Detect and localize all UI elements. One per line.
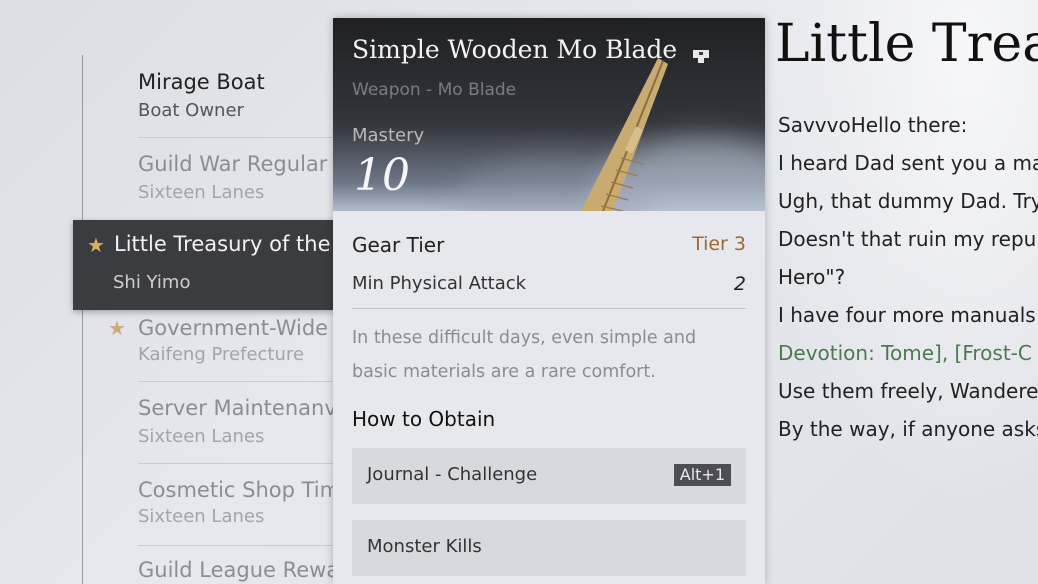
mail-item-title: Little Treasury of the: [114, 232, 331, 256]
mail-line-highlight[interactable]: Devotion: Tome], [Frost-C: [778, 334, 1038, 372]
bind-lock-icon: [693, 50, 709, 63]
mail-item-sender: Kaifeng Prefecture: [138, 344, 304, 365]
mail-line: By the way, if anyone asks: [778, 417, 1038, 441]
hotkey-badge: Alt+1: [673, 464, 731, 486]
min-attack-value: 2: [733, 273, 746, 295]
card-divider: [352, 308, 746, 309]
mail-list-item-selected[interactable]: ★ Little Treasury of the Shi Yimo: [73, 220, 335, 310]
mail-line: Hero"?: [778, 265, 846, 289]
mail-line: Doesn't that ruin my repu: [778, 227, 1037, 251]
source-journal-challenge-button[interactable]: Journal - Challenge Alt+1: [352, 448, 746, 504]
gear-tier-label: Gear Tier: [352, 233, 445, 257]
gear-tier-value: Tier 3: [692, 233, 746, 255]
source-monster-kills-button[interactable]: Monster Kills: [352, 520, 746, 576]
min-attack-label: Min Physical Attack: [352, 273, 527, 294]
mail-line: Use them freely, Wandere: [778, 379, 1038, 403]
mail-list-item[interactable]: Guild League Rewa: [112, 546, 342, 584]
mail-line: I heard Dad sent you a ma: [778, 151, 1038, 175]
mail-item-title: Guild War Regular: [138, 152, 328, 176]
source-label: Monster Kills: [367, 536, 482, 557]
min-attack-row: Min Physical Attack 2: [352, 273, 746, 295]
mail-item-title: Server Maintenanv: [138, 396, 337, 420]
item-card-header: Simple Wooden Mo Blade Weapon - Mo Blade…: [333, 18, 765, 211]
mail-list-item[interactable]: ★ Government-Wide Kaifeng Prefecture: [108, 300, 348, 382]
item-type: Weapon - Mo Blade: [352, 80, 517, 100]
mail-item-sender: Sixteen Lanes: [138, 182, 265, 203]
mail-item-title: Mirage Boat: [138, 70, 265, 94]
mail-item-sender: Sixteen Lanes: [138, 426, 265, 447]
item-tooltip-card: Simple Wooden Mo Blade Weapon - Mo Blade…: [333, 18, 765, 584]
mail-item-sender: Sixteen Lanes: [138, 506, 265, 527]
how-to-obtain-title: How to Obtain: [352, 407, 496, 431]
list-divider-line: [82, 55, 83, 584]
mail-item-title: Government-Wide: [138, 316, 329, 340]
mail-list-item[interactable]: Guild War Regular Sixteen Lanes: [112, 138, 342, 220]
mail-list-item[interactable]: Mirage Boat Boat Owner: [112, 56, 348, 138]
star-icon: ★: [108, 316, 126, 340]
mail-line: SavvvoHello there:: [778, 113, 968, 137]
mail-item-sender: Shi Yimo: [113, 272, 191, 293]
item-name: Simple Wooden Mo Blade: [352, 35, 678, 64]
mastery-value: 10: [354, 150, 410, 201]
source-label: Journal - Challenge: [367, 464, 538, 485]
mail-item-title: Cosmetic Shop Tim: [138, 478, 338, 502]
mail-list-item[interactable]: Server Maintenanv Sixteen Lanes: [112, 382, 348, 464]
mail-body: SavvvoHello there: I heard Dad sent you …: [778, 106, 1038, 448]
mail-list-item[interactable]: Cosmetic Shop Tim Sixteen Lanes: [112, 464, 348, 546]
mail-line: I have four more manuals: [778, 303, 1036, 327]
mail-heading: Little Treas: [775, 14, 1038, 74]
mastery-label: Mastery: [352, 125, 425, 146]
gear-tier-row: Gear Tier Tier 3: [352, 233, 746, 257]
star-icon: ★: [87, 233, 105, 257]
mail-item-sender: Boat Owner: [138, 100, 244, 121]
mail-line: Ugh, that dummy Dad. Try: [778, 189, 1038, 213]
mo-blade-icon: [581, 58, 668, 211]
item-description: In these difficult days, even simple and…: [352, 328, 697, 382]
mail-item-title: Guild League Rewa: [138, 558, 338, 582]
